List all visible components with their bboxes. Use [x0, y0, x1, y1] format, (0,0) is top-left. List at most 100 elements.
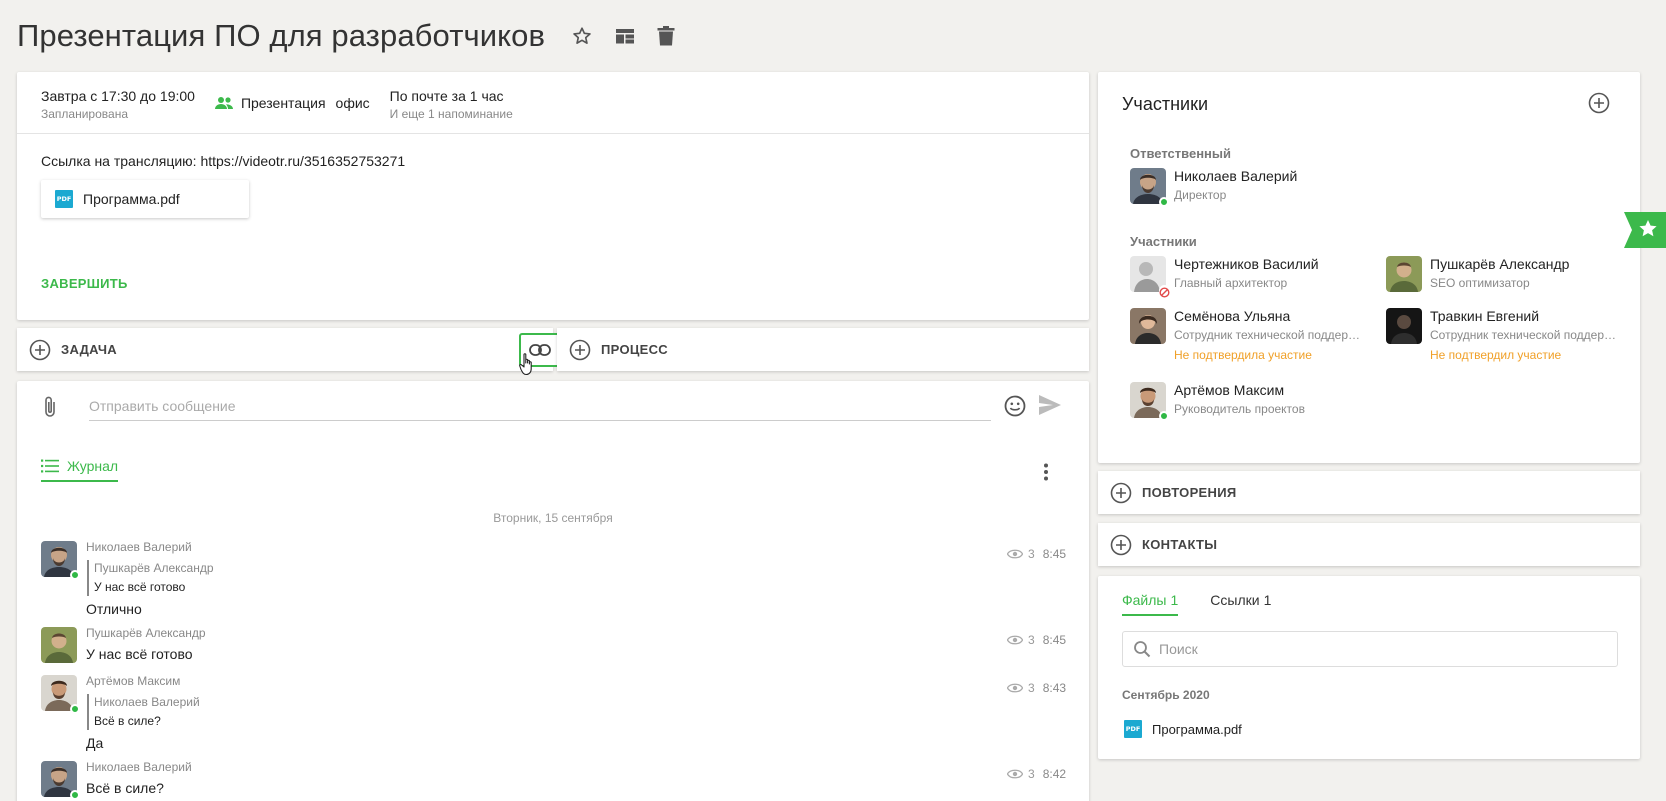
finish-button[interactable]: ЗАВЕРШИТЬ	[41, 276, 128, 291]
tab-links-count: 1	[1263, 592, 1272, 608]
trash-icon[interactable]	[657, 26, 675, 46]
avatar	[1386, 256, 1422, 292]
person-name: Пушкарёв Александр	[1430, 256, 1570, 272]
online-status-dot	[1159, 411, 1169, 421]
files-search-input[interactable]	[1159, 641, 1599, 657]
members-label: Участники	[1130, 234, 1197, 249]
message-text: Всё в силе?	[86, 780, 164, 796]
event-reminder-block[interactable]: По почте за 1 час И еще 1 напоминание	[390, 87, 513, 122]
event-status: Запланирована	[41, 107, 128, 121]
online-status-dot	[1159, 197, 1169, 207]
avatar	[1386, 308, 1422, 344]
message-author: Николаев Валерий	[86, 760, 192, 774]
file-item[interactable]: PDF Программа.pdf	[1124, 720, 1242, 738]
event-card: Завтра с 17:30 до 19:00 Запланирована Пр…	[17, 72, 1089, 320]
quote-text: Всё в силе?	[94, 714, 161, 728]
title-row: Презентация ПО для разработчиков	[17, 14, 675, 58]
member-person[interactable]: Пушкарёв Александр SEO оптимизатор	[1386, 256, 1626, 306]
responsible-label: Ответственный	[1130, 146, 1231, 161]
online-status-dot	[70, 570, 80, 580]
views-count: 3	[1028, 681, 1035, 695]
message-text: У нас всё готово	[86, 646, 193, 662]
tab-journal[interactable]: Журнал	[41, 458, 119, 482]
paperclip-icon[interactable]	[43, 395, 57, 419]
smile-icon[interactable]	[1004, 395, 1026, 417]
pdf-icon: PDF	[55, 190, 73, 208]
eye-icon	[1007, 549, 1023, 559]
event-type[interactable]: Презентация	[214, 95, 326, 111]
add-contacts-label: КОНТАКТЫ	[1142, 537, 1218, 552]
add-participant-icon[interactable]	[1588, 92, 1610, 114]
files-month: Сентябрь 2020	[1122, 688, 1210, 702]
people-icon	[214, 97, 233, 109]
member-person[interactable]: Травкин Евгений Сотрудник технической по…	[1386, 308, 1626, 372]
search-icon	[1134, 641, 1151, 658]
chat-message[interactable]: Пушкарёв Александр У нас всё готово 3 8:…	[41, 626, 1081, 667]
board-icon[interactable]	[615, 26, 635, 46]
participation-warning: Не подтвердил участие	[1430, 348, 1562, 362]
eye-icon	[1007, 635, 1023, 645]
tab-files[interactable]: Файлы 1	[1122, 592, 1179, 616]
member-person[interactable]: Артёмов Максим Руководитель проектов	[1130, 382, 1370, 432]
online-status-dot	[70, 704, 80, 714]
plus-circle-icon	[1110, 482, 1132, 503]
views-count: 3	[1028, 767, 1035, 781]
star-icon[interactable]	[571, 25, 593, 47]
tab-links[interactable]: Ссылки 1	[1210, 592, 1271, 616]
add-task-bar[interactable]: ЗАДАЧА	[17, 328, 561, 371]
send-icon[interactable]	[1039, 395, 1061, 415]
event-place[interactable]: офис	[336, 95, 370, 111]
chat-panel: Журнал Вторник, 15 сентября Николаев Вал…	[17, 381, 1089, 801]
plus-circle-icon	[1110, 534, 1132, 555]
title-actions	[571, 25, 675, 47]
add-contacts-bar[interactable]: КОНТАКТЫ	[1098, 523, 1640, 566]
eye-icon	[1007, 683, 1023, 693]
event-reminder: По почте за 1 час	[389, 88, 504, 104]
add-process-label: ПРОЦЕСС	[601, 342, 668, 357]
message-input[interactable]	[89, 391, 991, 421]
participants-panel: Участники Ответственный Николаев Валерий…	[1098, 72, 1640, 463]
attached-file[interactable]: PDF Программа.pdf	[41, 180, 249, 218]
event-type-label: Презентация	[240, 95, 326, 111]
message-text: Отлично	[86, 601, 142, 617]
ban-icon	[1159, 285, 1170, 298]
tab-files-count: 1	[1170, 592, 1179, 608]
add-repeats-label: ПОВТОРЕНИЯ	[1142, 485, 1237, 500]
person-role: Сотрудник технической поддержки	[1430, 328, 1620, 342]
message-author: Пушкарёв Александр	[86, 626, 206, 640]
participation-warning: Не подтвердила участие	[1174, 348, 1312, 362]
plus-circle-icon	[29, 339, 51, 360]
chat-message[interactable]: Артёмов Максим Николаев Валерий Всё в си…	[41, 674, 1081, 751]
event-meta-row: Завтра с 17:30 до 19:00 Запланирована Пр…	[17, 72, 1089, 134]
pdf-icon: PDF	[1124, 720, 1142, 738]
message-quote: Николаев Валерий Всё в силе?	[87, 694, 200, 730]
person-name: Николаев Валерий	[1174, 168, 1298, 184]
files-panel: Файлы1 Ссылки1 Сентябрь 2020 PDF Програм…	[1098, 576, 1640, 759]
chat-message[interactable]: Николаев Валерий Пушкарёв Александр У на…	[41, 540, 1081, 617]
responsible-person[interactable]: Николаев Валерий Директор	[1130, 168, 1370, 218]
chat-message[interactable]: Николаев Валерий Всё в силе? 3 8:42	[41, 760, 1081, 801]
tab-journal-label: Журнал	[67, 458, 119, 474]
tab-files-label: Файлы	[1122, 592, 1167, 608]
plus-circle-icon	[569, 339, 591, 360]
message-author: Артёмов Максим	[86, 674, 181, 688]
more-vertical-icon[interactable]	[1043, 463, 1049, 481]
add-repeats-bar[interactable]: ПОВТОРЕНИЯ	[1098, 471, 1640, 514]
views-count: 3	[1028, 633, 1035, 647]
message-composer	[17, 381, 1089, 441]
message-text: Да	[86, 735, 104, 751]
event-time-block[interactable]: Завтра с 17:30 до 19:00 Запланирована	[41, 87, 195, 122]
favorites-star-icon[interactable]	[1624, 212, 1666, 248]
member-person[interactable]: Чертежников Василий Главный архитектор	[1130, 256, 1370, 306]
member-person[interactable]: Семёнова Ульяна Сотрудник технической по…	[1130, 308, 1370, 372]
views-count: 3	[1028, 547, 1035, 561]
event-description: Ссылка на трансляцию: https://videotr.ru…	[41, 153, 406, 169]
add-process-bar[interactable]: ПРОЦЕСС	[557, 328, 1089, 371]
person-name: Артёмов Максим	[1174, 382, 1285, 398]
person-role: Сотрудник технической поддержки	[1174, 328, 1364, 342]
message-time: 8:45	[1042, 547, 1067, 561]
person-role: Главный архитектор	[1174, 276, 1288, 290]
quote-text: У нас всё готово	[94, 580, 186, 594]
message-author: Николаев Валерий	[86, 540, 192, 554]
message-meta: 3 8:43	[1007, 681, 1067, 695]
